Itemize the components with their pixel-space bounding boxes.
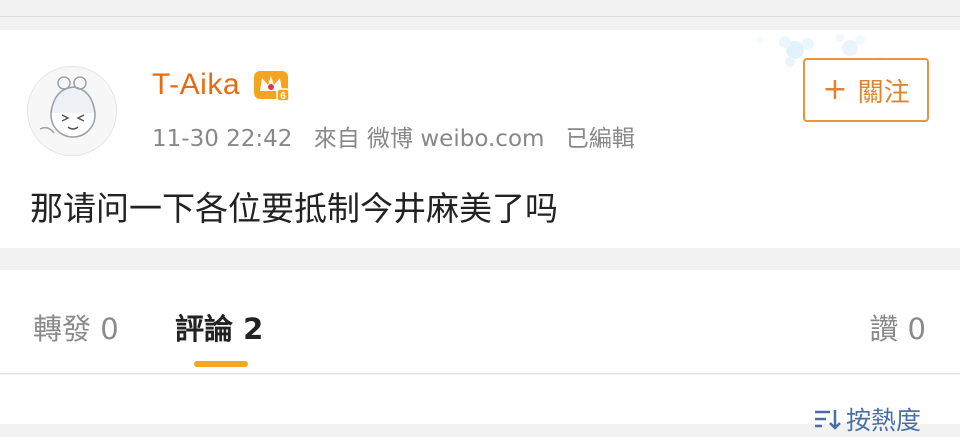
username[interactable]: T-Aika (152, 68, 240, 102)
sort-row: 按熱度 (0, 375, 960, 435)
avatar[interactable] (27, 66, 117, 156)
plus-icon: + (822, 72, 848, 107)
post-timestamp: 11-30 22:42 (152, 126, 293, 152)
divider (0, 16, 960, 17)
post-card: T-Aika 6 11-30 22:42 來自 微博 weibo.com 已編輯… (0, 30, 960, 248)
avatar-drawing-icon (39, 76, 96, 138)
sort-icon (815, 410, 841, 430)
divider (0, 373, 960, 374)
svg-text:6: 6 (280, 91, 286, 102)
post-meta: 11-30 22:42 來自 微博 weibo.com 已編輯 (152, 119, 649, 153)
sort-by-popularity-button[interactable]: 按熱度 (812, 401, 921, 437)
crown-vip-icon: 6 (254, 71, 290, 102)
tab-like[interactable]: 讚 0 (869, 306, 926, 348)
post-text: 那请问一下各位要抵制今井麻美了吗 (30, 189, 558, 228)
tab-comment[interactable]: 評論 2 (175, 306, 263, 348)
interaction-tabs: 轉發 0 評論 2 讚 0 (0, 270, 960, 374)
follow-label: 關注 (857, 77, 910, 108)
post-source[interactable]: 來自 微博 weibo.com (314, 126, 545, 152)
follow-button[interactable]: + 關注 (803, 58, 929, 122)
tab-repost[interactable]: 轉發 0 (33, 306, 119, 348)
edited-label: 已編輯 (565, 126, 635, 152)
active-tab-indicator (194, 361, 248, 367)
top-separator (0, 0, 960, 16)
sort-label: 按熱度 (846, 406, 922, 435)
